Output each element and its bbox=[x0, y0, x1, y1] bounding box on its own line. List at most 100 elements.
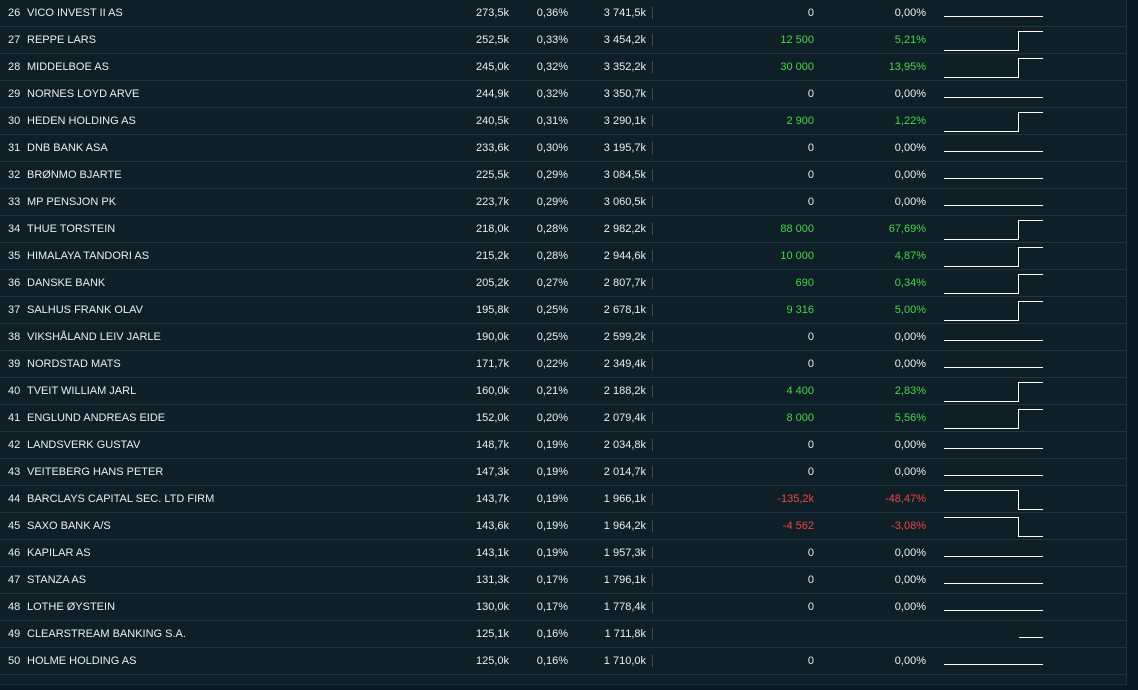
change-pct-cell: 67,69% bbox=[888, 223, 926, 235]
name-cell: HOLME HOLDING AS bbox=[27, 655, 137, 667]
name-cell: REPPE LARS bbox=[27, 34, 97, 46]
trend-sparkline bbox=[943, 567, 1045, 593]
rank-cell: 30 bbox=[8, 115, 21, 127]
table-row[interactable]: 34 THUE TORSTEIN 218,0k 0,28% 2 982,2k 88 000… bbox=[0, 216, 1126, 243]
trend-sparkline bbox=[943, 540, 1045, 566]
rank-cell: 39 bbox=[8, 358, 21, 370]
trend-sparkline bbox=[943, 378, 1045, 404]
table-row[interactable]: 43 VEITEBERG HANS PETER 147,3k 0,19% 2 014,7… bbox=[0, 459, 1126, 486]
ownership-pct-cell: 0,19% bbox=[536, 466, 568, 478]
ownership-pct-cell: 0,17% bbox=[536, 574, 568, 586]
change-cell: 2 900 bbox=[786, 115, 814, 127]
shares-cell: 125,0k bbox=[475, 655, 509, 667]
table-row[interactable]: 40 TVEIT WILLIAM JARL 160,0k 0,21% 2 188,2k 4… bbox=[0, 378, 1126, 405]
rank-cell: 36 bbox=[8, 277, 21, 289]
trend-sparkline bbox=[943, 459, 1045, 485]
value-cell: 1 796,1k bbox=[604, 574, 653, 586]
shares-cell: 195,8k bbox=[475, 304, 509, 316]
table-row[interactable]: 49 CLEARSTREAM BANKING S.A. 125,1k 0,16% 1 7… bbox=[0, 621, 1126, 648]
change-cell: 0 bbox=[807, 655, 814, 667]
table-row[interactable]: 38 VIKSHÅLAND LEIV JARLE 190,0k 0,25% 2 599,… bbox=[0, 324, 1126, 351]
table-row[interactable]: 28 MIDDELBOE AS 245,0k 0,32% 3 352,2k 30 000 1… bbox=[0, 54, 1126, 81]
name-cell: SAXO BANK A/S bbox=[27, 520, 111, 532]
ownership-pct-cell: 0,32% bbox=[536, 61, 568, 73]
change-pct-cell: -3,08% bbox=[891, 520, 926, 532]
table-row[interactable]: 50 HOLME HOLDING AS 125,0k 0,16% 1 710,0k 0 0,… bbox=[0, 648, 1126, 675]
name-cell: BARCLAYS CAPITAL SEC. LTD FIRM bbox=[27, 493, 215, 505]
ownership-pct-cell: 0,31% bbox=[536, 115, 568, 127]
name-cell: MIDDELBOE AS bbox=[27, 61, 109, 73]
rank-cell: 41 bbox=[8, 412, 21, 424]
trend-sparkline bbox=[943, 648, 1045, 674]
table-row[interactable]: 31 DNB BANK ASA 233,6k 0,30% 3 195,7k 0 0,00% bbox=[0, 135, 1126, 162]
change-pct-cell: 0,34% bbox=[894, 277, 926, 289]
name-cell: HIMALAYA TANDORI AS bbox=[27, 250, 150, 262]
shares-cell: 233,6k bbox=[475, 142, 509, 154]
value-cell: 3 290,1k bbox=[604, 115, 653, 127]
trend-sparkline bbox=[943, 108, 1045, 134]
change-cell: 88 000 bbox=[780, 223, 814, 235]
sparkline-path bbox=[944, 301, 1043, 321]
table-row[interactable]: 36 DANSKE BANK 205,2k 0,27% 2 807,7k 690 0,34% bbox=[0, 270, 1126, 297]
ownership-pct-cell: 0,20% bbox=[536, 412, 568, 424]
shares-cell: 143,7k bbox=[475, 493, 509, 505]
ownership-pct-cell: 0,25% bbox=[536, 304, 568, 316]
table-row[interactable]: 29 NORNES LOYD ARVE 244,9k 0,32% 3 350,7k 0 0,… bbox=[0, 81, 1126, 108]
name-cell: KAPILAR AS bbox=[27, 547, 91, 559]
change-pct-cell: 13,95% bbox=[888, 61, 926, 73]
change-pct-cell: 0,00% bbox=[894, 88, 926, 100]
table-row[interactable]: 27 REPPE LARS 252,5k 0,33% 3 454,2k 12 500 5,2… bbox=[0, 27, 1126, 54]
change-cell: 0 bbox=[807, 142, 814, 154]
ownership-pct-cell: 0,19% bbox=[536, 547, 568, 559]
table-row[interactable]: 37 SALHUS FRANK OLAV 195,8k 0,25% 2 678,1k 9 … bbox=[0, 297, 1126, 324]
table-row[interactable]: 45 SAXO BANK A/S 143,6k 0,19% 1 964,2k -4 562… bbox=[0, 513, 1126, 540]
rank-cell: 26 bbox=[8, 7, 21, 19]
shareholder-table: 26 VICO INVEST II AS 273,5k 0,36% 3 741,5k 0 0… bbox=[0, 0, 1127, 685]
sparkline-path bbox=[944, 247, 1043, 267]
rank-cell: 50 bbox=[8, 655, 21, 667]
shares-cell: 171,7k bbox=[475, 358, 509, 370]
table-row[interactable]: 44 BARCLAYS CAPITAL SEC. LTD FIRM 143,7k 0,… bbox=[0, 486, 1126, 513]
table-row[interactable]: 42 LANDSVERK GUSTAV 148,7k 0,19% 2 034,8k 0 0,… bbox=[0, 432, 1126, 459]
shares-cell: 244,9k bbox=[475, 88, 509, 100]
sparkline-path bbox=[944, 409, 1043, 429]
table-row[interactable]: 39 NORDSTAD MATS 171,7k 0,22% 2 349,4k 0 0,00% bbox=[0, 351, 1126, 378]
value-cell: 3 741,5k bbox=[604, 7, 653, 19]
change-pct-cell: 0,00% bbox=[894, 358, 926, 370]
rank-cell: 32 bbox=[8, 169, 21, 181]
rank-cell: 40 bbox=[8, 385, 21, 397]
shares-cell: 152,0k bbox=[475, 412, 509, 424]
table-row[interactable]: 47 STANZA AS 131,3k 0,17% 1 796,1k 0 0,00% bbox=[0, 567, 1126, 594]
table-row[interactable]: 48 LOTHE ØYSTEIN 130,0k 0,17% 1 778,4k 0 0,00% bbox=[0, 594, 1126, 621]
table-row[interactable]: 26 VICO INVEST II AS 273,5k 0,36% 3 741,5k 0 0… bbox=[0, 0, 1126, 27]
change-cell: 690 bbox=[795, 277, 814, 289]
ownership-pct-cell: 0,29% bbox=[536, 169, 568, 181]
change-cell: 0 bbox=[807, 466, 814, 478]
value-cell: 3 084,5k bbox=[604, 169, 653, 181]
table-row[interactable]: 32 BRØNMO BJARTE 225,5k 0,29% 3 084,5k 0 0,00% bbox=[0, 162, 1126, 189]
table-row[interactable]: 33 MP PENSJON PK 223,7k 0,29% 3 060,5k 0 0,00% bbox=[0, 189, 1126, 216]
trend-sparkline bbox=[943, 594, 1045, 620]
change-cell: -135,2k bbox=[777, 493, 814, 505]
rank-cell: 49 bbox=[8, 628, 21, 640]
ownership-pct-cell: 0,29% bbox=[536, 196, 568, 208]
rank-cell: 33 bbox=[8, 196, 21, 208]
trend-sparkline bbox=[943, 270, 1045, 296]
table-row[interactable]: 30 HEDEN HOLDING AS 240,5k 0,31% 3 290,1k 2 9… bbox=[0, 108, 1126, 135]
change-cell: 0 bbox=[807, 574, 814, 586]
table-row[interactable]: 46 KAPILAR AS 143,1k 0,19% 1 957,3k 0 0,00% bbox=[0, 540, 1126, 567]
trend-sparkline bbox=[943, 81, 1045, 107]
shares-cell: 215,2k bbox=[475, 250, 509, 262]
change-cell: 0 bbox=[807, 7, 814, 19]
trend-sparkline bbox=[943, 486, 1045, 512]
value-cell: 1 957,3k bbox=[604, 547, 653, 559]
sparkline-path bbox=[944, 382, 1043, 402]
shares-cell: 147,3k bbox=[475, 466, 509, 478]
change-pct-cell: 0,00% bbox=[894, 466, 926, 478]
rank-cell: 27 bbox=[8, 34, 21, 46]
table-row[interactable]: 35 HIMALAYA TANDORI AS 215,2k 0,28% 2 944,6k… bbox=[0, 243, 1126, 270]
trend-sparkline bbox=[943, 135, 1045, 161]
table-row[interactable]: 41 ENGLUND ANDREAS EIDE 152,0k 0,20% 2 079,4… bbox=[0, 405, 1126, 432]
change-cell: 0 bbox=[807, 358, 814, 370]
value-cell: 1 778,4k bbox=[604, 601, 653, 613]
